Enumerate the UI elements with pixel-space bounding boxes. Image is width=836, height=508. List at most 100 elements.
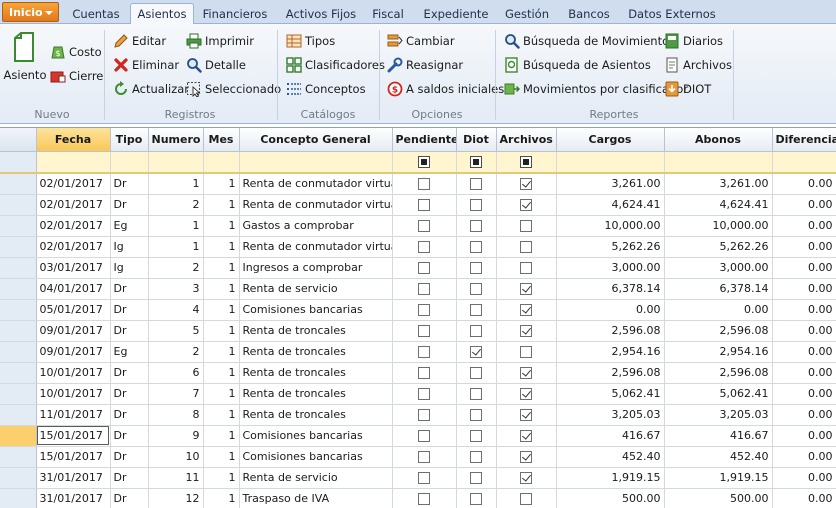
filter-pendiente-checkbox[interactable] — [418, 156, 430, 169]
cell-tipo[interactable]: Eg — [110, 215, 149, 237]
reasignar-button[interactable]: Reasignar — [387, 57, 463, 73]
diarios-button[interactable]: Diarios — [664, 33, 723, 49]
pendiente-checkbox[interactable] — [418, 430, 430, 442]
cell-archivos[interactable] — [496, 425, 557, 447]
column-header-pendiente[interactable]: Pendiente — [392, 128, 457, 152]
cell-fecha[interactable]: 11/01/2017 — [36, 404, 111, 426]
diot-checkbox[interactable] — [470, 367, 482, 379]
imprimir-button[interactable]: Imprimir — [186, 33, 254, 49]
pendiente-checkbox[interactable] — [418, 283, 430, 295]
cell-fecha[interactable]: 10/01/2017 — [36, 383, 111, 405]
row-indicator[interactable] — [0, 215, 37, 237]
cell-concepto[interactable]: Traspaso de IVA — [239, 488, 393, 508]
cell-diferencia[interactable]: 0.00 — [772, 467, 836, 489]
cell-numero[interactable]: 10 — [148, 446, 204, 468]
cell-archivos[interactable] — [496, 278, 557, 300]
cell-concepto[interactable]: Comisiones bancarias — [239, 446, 393, 468]
filter-diferencia[interactable] — [772, 151, 836, 174]
archivos-button[interactable]: Archivos — [664, 57, 732, 73]
cell-diot[interactable] — [456, 173, 497, 195]
cell-archivos[interactable] — [496, 467, 557, 489]
cell-tipo[interactable]: Dr — [110, 467, 149, 489]
cell-concepto[interactable]: Renta de servicio — [239, 278, 393, 300]
filter-cargos[interactable] — [556, 151, 665, 174]
cell-concepto[interactable]: Renta de troncales — [239, 320, 393, 342]
cell-mes[interactable]: 1 — [203, 383, 240, 405]
row-indicator[interactable] — [0, 467, 37, 489]
cell-concepto[interactable]: Renta de troncales — [239, 383, 393, 405]
archivos-checkbox[interactable] — [520, 241, 532, 253]
row-indicator[interactable] — [0, 299, 37, 321]
archivos-checkbox[interactable] — [520, 388, 532, 400]
tab-asientos[interactable]: Asientos — [130, 3, 194, 25]
cell-concepto[interactable]: Renta de conmutador virtual — [239, 194, 393, 216]
cell-mes[interactable]: 1 — [203, 215, 240, 237]
cell-cargos[interactable]: 1,919.15 — [556, 467, 665, 489]
row-indicator[interactable] — [0, 257, 37, 279]
archivos-checkbox[interactable] — [520, 430, 532, 442]
table-row[interactable]: 10/01/2017 Dr 6 1 Renta de troncales 2,596.08… — [0, 362, 836, 384]
cell-fecha[interactable]: 10/01/2017 — [36, 362, 111, 384]
cell-cargos[interactable]: 416.67 — [556, 425, 665, 447]
cell-archivos[interactable] — [496, 173, 557, 195]
cell-numero[interactable]: 2 — [148, 257, 204, 279]
row-indicator[interactable] — [0, 488, 37, 508]
row-indicator[interactable] — [0, 278, 37, 300]
diot-checkbox[interactable] — [470, 346, 482, 358]
cell-archivos[interactable] — [496, 488, 557, 508]
cell-diot[interactable] — [456, 257, 497, 279]
movimientos-clasificador-button[interactable]: Movimientos por clasificador — [504, 81, 688, 97]
cell-pendiente[interactable] — [392, 467, 457, 489]
diot-checkbox[interactable] — [470, 493, 482, 505]
cell-diot[interactable] — [456, 425, 497, 447]
inicio-menu-button[interactable]: Inicio — [2, 2, 59, 22]
cell-fecha[interactable]: 02/01/2017 — [36, 236, 111, 258]
cell-concepto[interactable]: Ingresos a comprobar — [239, 257, 393, 279]
cell-diot[interactable] — [456, 341, 497, 363]
pendiente-checkbox[interactable] — [418, 220, 430, 232]
cell-mes[interactable]: 1 — [203, 446, 240, 468]
table-row[interactable]: 11/01/2017 Dr 8 1 Renta de troncales 3,205.03… — [0, 404, 836, 426]
cell-archivos[interactable] — [496, 404, 557, 426]
cell-tipo[interactable]: Dr — [110, 488, 149, 508]
archivos-checkbox[interactable] — [520, 493, 532, 505]
cell-fecha[interactable]: 02/01/2017 — [36, 173, 111, 195]
cell-mes[interactable]: 1 — [203, 194, 240, 216]
cell-diferencia[interactable]: 0.00 — [772, 236, 836, 258]
cell-archivos[interactable] — [496, 236, 557, 258]
cell-mes[interactable]: 1 — [203, 341, 240, 363]
cell-pendiente[interactable] — [392, 446, 457, 468]
cell-cargos[interactable]: 5,062.41 — [556, 383, 665, 405]
cell-diferencia[interactable]: 0.00 — [772, 446, 836, 468]
pendiente-checkbox[interactable] — [418, 451, 430, 463]
filter-tipo[interactable] — [110, 151, 149, 174]
cell-archivos[interactable] — [496, 299, 557, 321]
filter-fecha[interactable] — [36, 151, 111, 174]
cell-pendiente[interactable] — [392, 383, 457, 405]
saldos-iniciales-button[interactable]: $ A saldos iniciales — [387, 81, 504, 97]
table-row[interactable]: 05/01/2017 Dr 4 1 Comisiones bancarias 0.00 0.… — [0, 299, 836, 321]
archivos-checkbox[interactable] — [520, 220, 532, 232]
column-header-mes[interactable]: Mes — [203, 128, 240, 152]
archivos-checkbox[interactable] — [520, 178, 532, 191]
cell-abonos[interactable]: 3,205.03 — [664, 404, 773, 426]
cell-fecha[interactable]: 02/01/2017 — [36, 194, 111, 216]
cell-fecha[interactable]: 15/01/2017 — [36, 425, 111, 447]
cell-abonos[interactable]: 2,596.08 — [664, 320, 773, 342]
row-indicator[interactable] — [0, 341, 37, 363]
archivos-checkbox[interactable] — [520, 283, 532, 295]
cell-archivos[interactable] — [496, 215, 557, 237]
tipos-button[interactable]: Tipos — [286, 33, 335, 49]
diot-checkbox[interactable] — [470, 220, 482, 232]
cell-abonos[interactable]: 416.67 — [664, 425, 773, 447]
cell-diferencia[interactable]: 0.00 — [772, 173, 836, 195]
cell-diot[interactable] — [456, 236, 497, 258]
cell-diferencia[interactable]: 0.00 — [772, 425, 836, 447]
table-row[interactable]: 04/01/2017 Dr 3 1 Renta de servicio 6,378.14 6… — [0, 278, 836, 300]
cell-numero[interactable]: 5 — [148, 320, 204, 342]
diot-checkbox[interactable] — [470, 283, 482, 295]
cell-cargos[interactable]: 3,000.00 — [556, 257, 665, 279]
diot-checkbox[interactable] — [470, 199, 482, 211]
filter-mes[interactable] — [203, 151, 240, 174]
diot-checkbox[interactable] — [470, 262, 482, 274]
